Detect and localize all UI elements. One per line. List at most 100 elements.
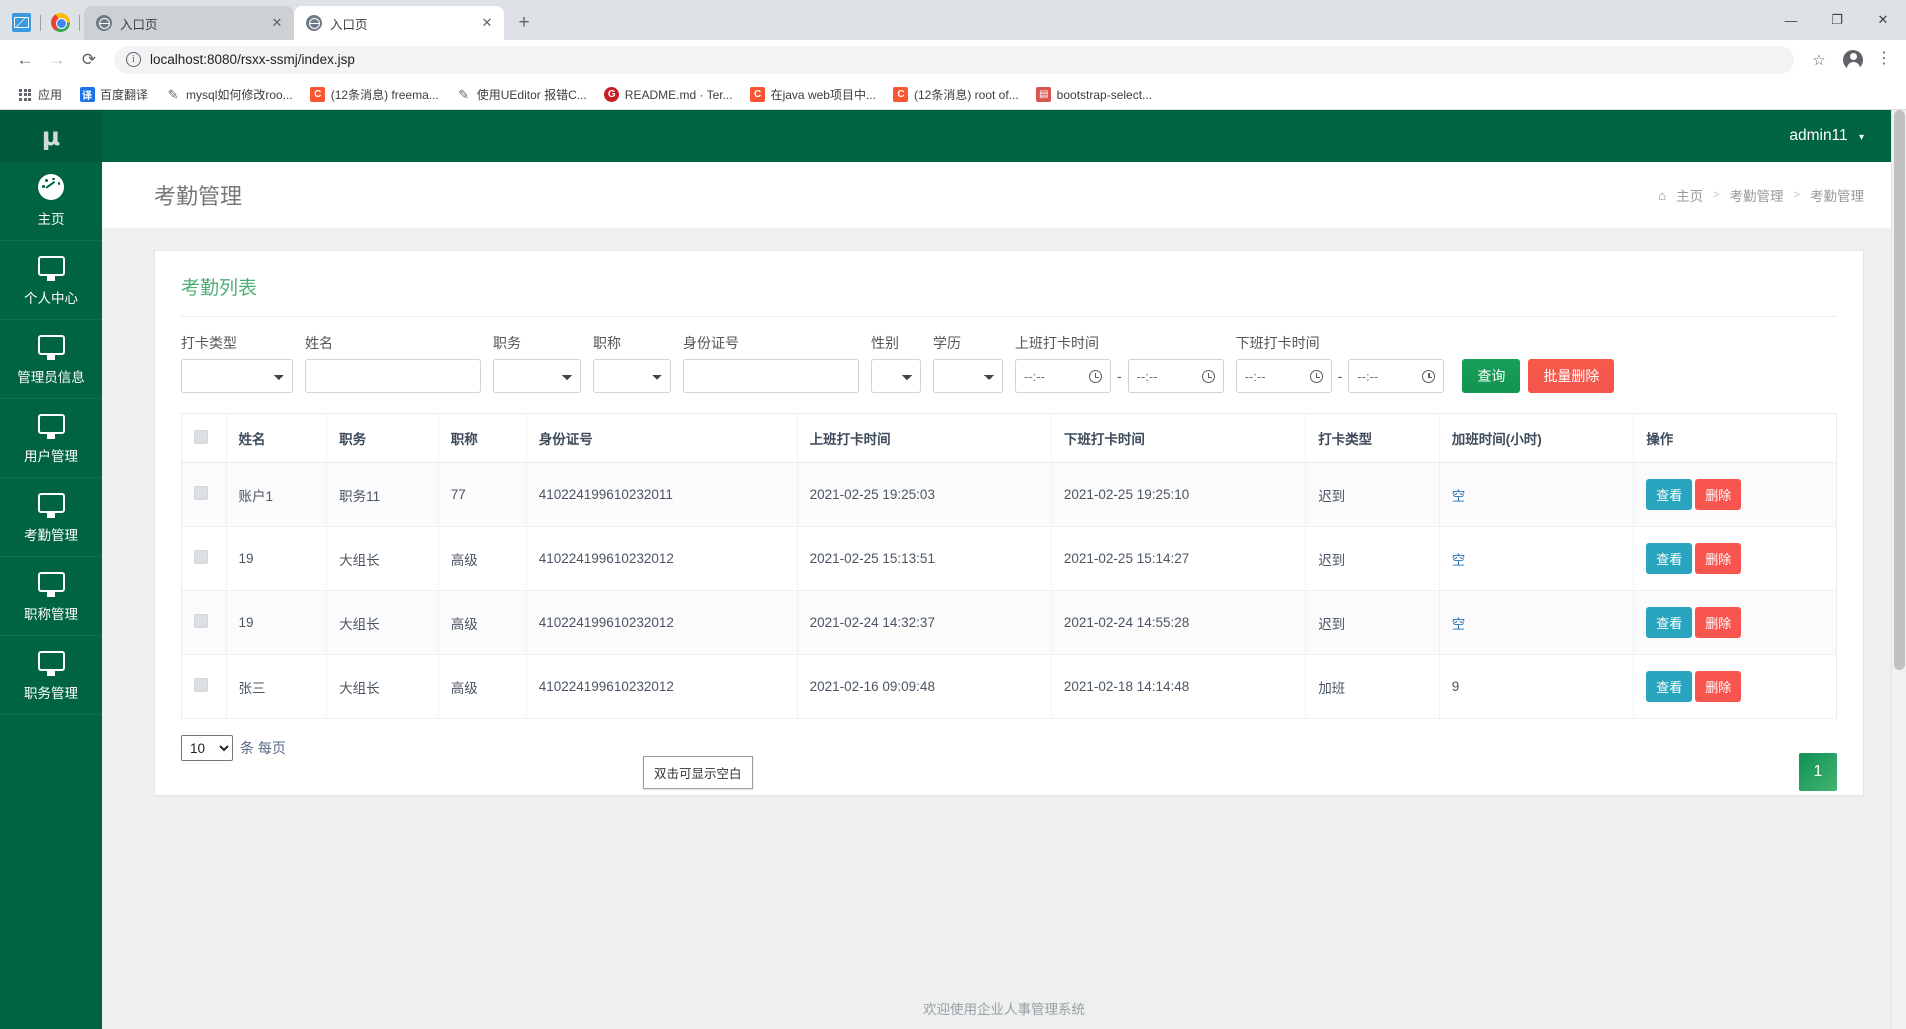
sidebar-item-title-management[interactable]: 职称管理	[0, 557, 102, 636]
view-button[interactable]: 查看	[1646, 543, 1693, 574]
cell-name: 19	[226, 526, 328, 591]
sidebar-item-label: 职务管理	[24, 686, 78, 701]
overtime-empty-link[interactable]: 空	[1452, 553, 1466, 568]
checkin-time-from[interactable]: --:--	[1015, 359, 1111, 393]
pager-row: 10 条 每页 1	[181, 735, 1837, 791]
cell-id-number: 410224199610232011	[526, 462, 798, 527]
breadcrumb-item-home[interactable]: 主页	[1676, 185, 1703, 205]
id-number-input[interactable]	[683, 359, 859, 393]
bookmark-readme[interactable]: G README.md · Ter...	[597, 84, 740, 106]
bookmark-mysql[interactable]: ✎ mysql如何修改roo...	[158, 83, 300, 106]
cell-checkin-time: 2021-02-25 15:13:51	[797, 526, 1052, 591]
sidebar-item-admin-info[interactable]: 管理员信息	[0, 320, 102, 399]
chrome-menu-icon[interactable]: ⋮	[1872, 45, 1896, 75]
col-name: 姓名	[226, 414, 328, 463]
reload-icon[interactable]: ⟳	[74, 45, 104, 75]
bookmark-csdn-root[interactable]: C (12条消息) root of...	[886, 83, 1026, 106]
browser-tab-2[interactable]: 入口页 ✕	[294, 6, 504, 40]
profile-avatar-icon[interactable]	[1838, 45, 1868, 75]
globe-icon	[96, 15, 112, 31]
delete-button[interactable]: 删除	[1695, 607, 1742, 638]
overtime-empty-link[interactable]: 空	[1452, 489, 1466, 504]
clock-icon[interactable]	[1309, 369, 1323, 383]
clock-icon[interactable]	[1089, 369, 1102, 383]
clock-icon[interactable]	[1422, 369, 1436, 383]
cell-overtime: 空	[1439, 590, 1635, 655]
row-checkbox[interactable]	[194, 550, 208, 564]
user-menu[interactable]: admin11 ▾	[1789, 127, 1864, 145]
bookmark-ueditor[interactable]: ✎ 使用UEditor 报错C...	[449, 83, 594, 106]
row-checkbox[interactable]	[194, 486, 208, 500]
query-button[interactable]: 查询	[1462, 359, 1521, 393]
checkout-time-to[interactable]: --:--	[1348, 359, 1445, 393]
cell-post: 职务11	[326, 462, 439, 527]
bookmark-star-icon[interactable]: ☆	[1804, 45, 1834, 75]
post-select[interactable]	[493, 359, 581, 393]
app-logo[interactable]: μ	[0, 110, 102, 162]
bookmark-baidu-translate[interactable]: 译 百度翻译	[72, 83, 155, 106]
view-button[interactable]: 查看	[1646, 607, 1693, 638]
maximize-button[interactable]: ❐	[1814, 4, 1860, 36]
breadcrumb-item-section[interactable]: 考勤管理	[1730, 185, 1784, 205]
table-row: 19 大组长 高级 410224199610232012 2021-02-24 …	[182, 590, 1836, 655]
row-checkbox[interactable]	[194, 614, 208, 628]
address-bar[interactable]: i localhost:8080/rsxx-ssmj/index.jsp	[114, 45, 1794, 74]
browser-tab-1[interactable]: 入口页 ✕	[84, 6, 294, 40]
page-size-select[interactable]: 10	[181, 735, 233, 761]
checkin-time-to[interactable]: --:--	[1127, 359, 1224, 393]
new-tab-button[interactable]: +	[510, 9, 538, 37]
filter-post: 职务	[493, 333, 581, 393]
site-info-icon[interactable]: i	[126, 52, 141, 67]
education-select[interactable]	[933, 359, 1003, 393]
page-scrollbar[interactable]	[1891, 110, 1906, 1029]
delete-button[interactable]: 删除	[1695, 671, 1742, 702]
bookmark-javaweb[interactable]: C 在java web项目中...	[743, 83, 883, 106]
minimize-button[interactable]: —	[1768, 4, 1814, 36]
scrollbar-thumb[interactable]	[1894, 110, 1905, 670]
row-select-cell[interactable]	[182, 654, 227, 719]
title-select[interactable]	[593, 359, 671, 393]
close-button[interactable]: ✕	[1860, 4, 1906, 36]
bookmark-csdn-freemarker[interactable]: C (12条消息) freema...	[303, 83, 446, 106]
select-all-header[interactable]	[182, 414, 227, 463]
bookmark-bootstrap-select[interactable]: ▤ bootstrap-select...	[1029, 84, 1159, 106]
sidebar-item-post-management[interactable]: 职务管理	[0, 636, 102, 715]
cell-checkin-time: 2021-02-16 09:09:48	[797, 654, 1052, 719]
sidebar-item-attendance-management[interactable]: 考勤管理	[0, 478, 102, 557]
row-checkbox[interactable]	[194, 678, 208, 692]
punch-type-select[interactable]	[181, 359, 293, 393]
select-all-checkbox[interactable]	[194, 429, 208, 444]
delete-button[interactable]: 删除	[1695, 543, 1742, 574]
cell-post: 大组长	[326, 590, 439, 655]
back-icon[interactable]: ←	[10, 45, 40, 75]
chrome-logo-icon[interactable]	[45, 5, 75, 39]
gender-select[interactable]	[871, 359, 921, 393]
view-button[interactable]: 查看	[1646, 479, 1693, 510]
sidebar-item-home[interactable]: 主页	[0, 162, 102, 241]
mail-app-icon[interactable]	[6, 5, 36, 39]
tab-close-icon[interactable]: ✕	[268, 14, 286, 32]
delete-button[interactable]: 删除	[1695, 479, 1742, 510]
bookmark-label: 百度翻译	[100, 88, 149, 102]
sidebar-item-personal-center[interactable]: 个人中心	[0, 241, 102, 320]
filter-label: 打卡类型	[181, 335, 237, 351]
translate-icon: 译	[79, 87, 95, 103]
cell-title: 高级	[438, 654, 527, 719]
checkout-time-from[interactable]: --:--	[1235, 359, 1332, 393]
row-select-cell[interactable]	[182, 526, 227, 591]
filter-bar: 打卡类型 姓名 职务 职称 身份证号 性别 学历 上班打卡时间 --:-- - …	[181, 333, 1837, 393]
pagination-page-1[interactable]: 1	[1799, 753, 1837, 791]
clock-icon[interactable]	[1201, 369, 1215, 383]
bookmark-label: 应用	[38, 88, 63, 102]
main-column: admin11 ▾ 考勤管理 ⌂ 主页 > 考勤管理 > 考勤管理 考勤列表 打…	[102, 110, 1906, 1029]
sidebar-item-user-management[interactable]: 用户管理	[0, 399, 102, 478]
row-select-cell[interactable]	[182, 590, 227, 655]
forward-icon[interactable]: →	[42, 45, 72, 75]
view-button[interactable]: 查看	[1646, 671, 1693, 702]
overtime-empty-link[interactable]: 空	[1452, 617, 1466, 632]
bookmark-apps[interactable]: 应用	[10, 83, 69, 106]
batch-delete-button[interactable]: 批量删除	[1528, 359, 1615, 393]
name-input[interactable]	[305, 359, 481, 393]
tab-close-icon[interactable]: ✕	[478, 14, 496, 32]
row-select-cell[interactable]	[182, 462, 227, 527]
